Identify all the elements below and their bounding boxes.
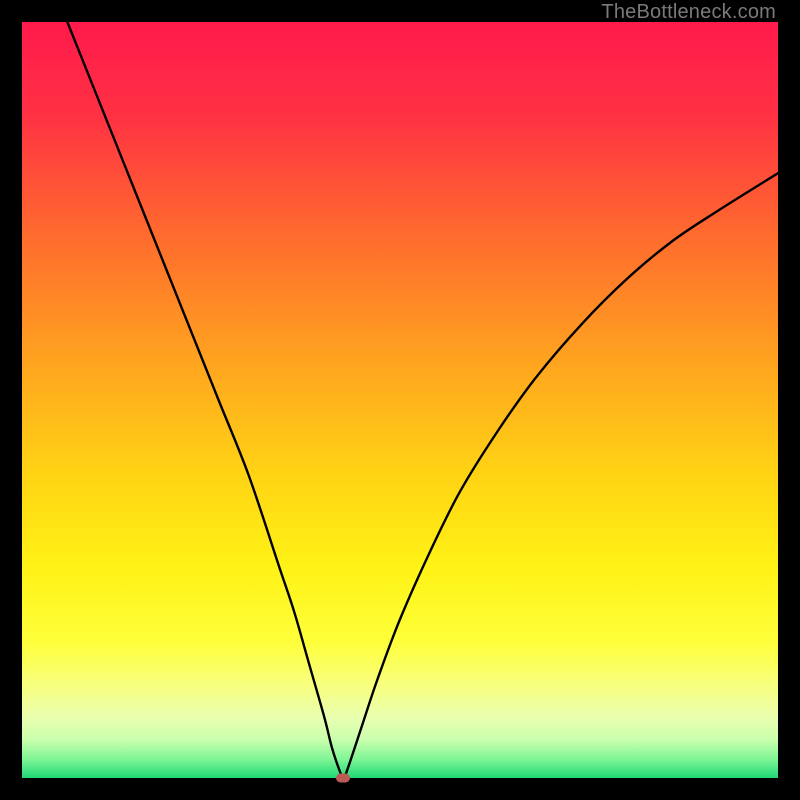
chart-frame: TheBottleneck.com [0, 0, 800, 800]
curve-layer [22, 22, 778, 778]
bottleneck-curve [67, 22, 778, 778]
watermark-text: TheBottleneck.com [601, 1, 776, 24]
min-marker [336, 774, 350, 783]
plot-area [22, 22, 778, 778]
